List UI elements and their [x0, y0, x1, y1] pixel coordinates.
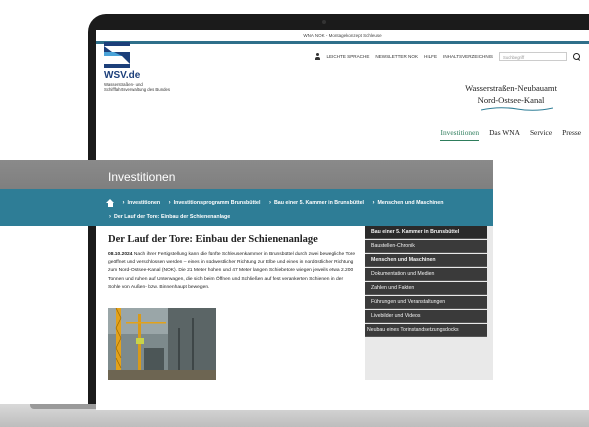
sidebar-item-bau-kammer[interactable]: Bau einer 5. Kammer in Brunsbüttel [365, 226, 487, 239]
wave-decoration-icon [481, 107, 553, 111]
search-icon[interactable] [573, 52, 581, 61]
authority-name: Wasserstraßen-Neubauamt Nord-Ostsee-Kana… [465, 82, 557, 106]
article-title: Der Lauf der Tore: Einbau der Schienenan… [108, 234, 318, 245]
sidebar-item-fuehrungen[interactable]: Führungen und Veranstaltungen [365, 296, 487, 309]
nav-investitionen[interactable]: Investitionen [440, 128, 480, 141]
breadcrumb-item[interactable]: Investitionen [127, 200, 160, 206]
webcam [322, 20, 326, 24]
sidebar-item-livebilder[interactable]: Livebilder und Videos [365, 310, 487, 323]
construction-photo [108, 308, 216, 380]
page-section-title: Investitionen [108, 170, 176, 184]
authority-line-1: Wasserstraßen-Neubauamt [465, 83, 557, 93]
link-newsletter[interactable]: NEWSLETTER NOK [375, 54, 418, 59]
topbar-text: WNA NOK - Montagekonzept Schleuse [303, 33, 382, 38]
chevron-right-icon: › [168, 200, 171, 206]
utility-nav: LEICHTE SPRACHE NEWSLETTER NOK HILFE INH… [315, 52, 582, 61]
nav-presse[interactable]: Presse [562, 128, 581, 141]
article-date: 08.10.2024 [108, 252, 133, 257]
nav-service[interactable]: Service [530, 128, 552, 141]
wsv-logo-icon[interactable] [104, 42, 130, 68]
home-icon[interactable] [106, 198, 114, 207]
breadcrumb: › Investitionen › Investitionsprogramm Bru… [106, 196, 486, 224]
nav-das-wna[interactable]: Das WNA [489, 128, 520, 141]
chevron-right-icon: › [372, 200, 375, 206]
link-leichte-sprache[interactable]: LEICHTE SPRACHE [327, 54, 370, 59]
breadcrumb-item[interactable]: Bau einer 5. Kammer in Brunsbüttel [274, 200, 364, 206]
logo-subtitle: Wasserstraßen- und Schifffahrtsverwaltun… [104, 82, 171, 93]
chevron-right-icon: › [122, 200, 125, 206]
authority-line-2: Nord-Ostsee-Kanal [477, 95, 545, 105]
sidebar-item-zahlen-fakten[interactable]: Zahlen und Fakten [365, 282, 487, 295]
breadcrumb-current: Der Lauf der Tore: Einbau der Schienenan… [114, 214, 231, 220]
logo-wordmark[interactable]: WSV.de [104, 70, 140, 81]
sidebar-item-dokumentation[interactable]: Dokumentation und Medien [365, 268, 487, 281]
top-info-bar: WNA NOK - Montagekonzept Schleuse [96, 30, 589, 44]
search-input[interactable]: Suchbegriff [499, 52, 567, 61]
chevron-right-icon: › [268, 200, 271, 206]
link-hilfe[interactable]: HILFE [424, 54, 437, 59]
sidebar-item-torinstandsetzungsdock[interactable]: Neubau eines Torinstandsetzungsdocks [365, 324, 487, 337]
breadcrumb-item[interactable]: Investitionsprogramm Brunsbüttel [174, 200, 261, 206]
breadcrumb-item[interactable]: Menschen und Maschinen [378, 200, 444, 206]
sidebar-item-baustellen-chronik[interactable]: Baustellen-Chronik [365, 240, 487, 253]
link-inhaltsverzeichnis[interactable]: INHALTSVERZEICHNIS [443, 54, 493, 59]
chevron-right-icon: › [109, 214, 111, 220]
article-body: 08.10.2024 Nach ihrer Fertigstellung kan… [108, 251, 356, 292]
sidebar-item-menschen-maschinen[interactable]: Menschen und Maschinen [365, 254, 487, 267]
main-navigation: Investitionen Das WNA Service Presse [440, 128, 581, 141]
accessibility-person-icon [315, 53, 321, 60]
section-sidebar: Bau einer 5. Kammer in Brunsbüttel Baust… [365, 226, 493, 380]
article-text: Nach ihrer Fertigstellung kann die fünft… [108, 252, 356, 290]
